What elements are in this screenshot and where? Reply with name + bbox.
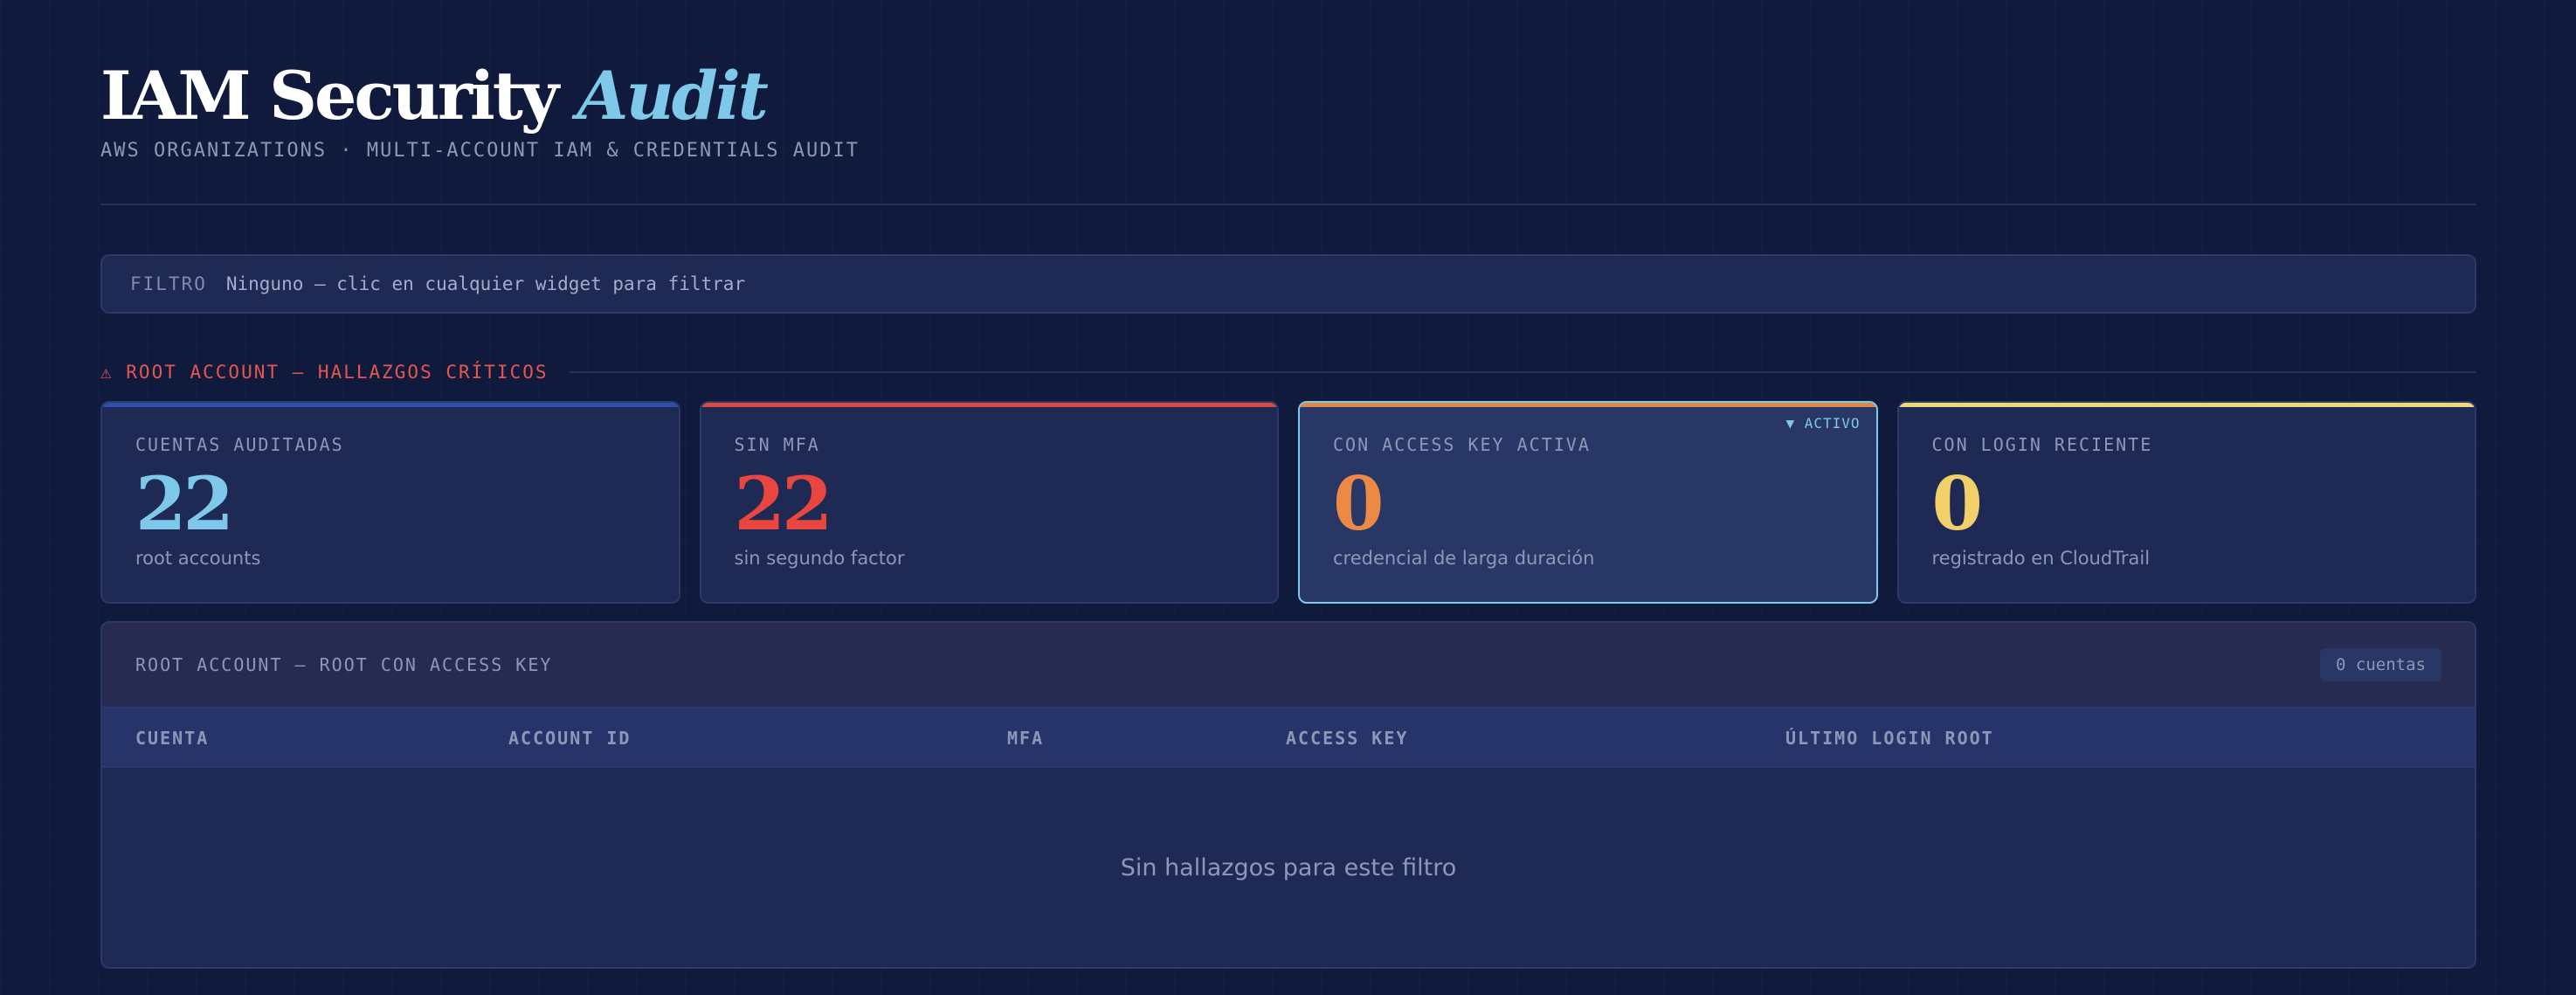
card-subtitle: registrado en CloudTrail xyxy=(1931,548,2151,569)
table-header: CUENTA ACCOUNT ID MFA ACCESS KEY ÚLTIMO … xyxy=(102,708,2475,768)
card-value: 0 xyxy=(1333,460,1384,547)
page-title-main: IAM Security xyxy=(100,57,559,135)
section-divider xyxy=(569,371,2476,373)
count-badge: 0 cuentas xyxy=(2320,648,2441,681)
card-label: SIN MFA xyxy=(734,434,820,455)
kpi-cards: CUENTAS AUDITADAS 22 root accounts SIN M… xyxy=(100,401,2476,604)
page-title-accent: Audit xyxy=(577,57,769,135)
card-value: 22 xyxy=(734,460,833,547)
card-value: 22 xyxy=(135,460,234,547)
active-filter-badge: ▼ ACTIVO xyxy=(1785,415,1861,432)
panel-header: ROOT ACCOUNT — ROOT CON ACCESS KEY 0 cue… xyxy=(102,623,2475,708)
audit-dashboard: IAM Security Audit AWS ORGANIZATIONS · M… xyxy=(100,0,2476,969)
empty-state: Sin hallazgos para este filtro xyxy=(1120,853,1457,881)
card-cuentas-auditadas[interactable]: CUENTAS AUDITADAS 22 root accounts xyxy=(100,401,680,604)
filter-value: Ninguno — clic en cualquier widget para … xyxy=(225,273,746,294)
findings-panel: ROOT ACCOUNT — ROOT CON ACCESS KEY 0 cue… xyxy=(100,621,2476,969)
card-access-key-activa[interactable]: ▼ ACTIVO CON ACCESS KEY ACTIVA 0 credenc… xyxy=(1298,401,1878,604)
column-header-cuenta[interactable]: CUENTA xyxy=(135,708,209,768)
card-label: CON LOGIN RECIENTE xyxy=(1931,434,2153,455)
card-accent-bar xyxy=(102,403,679,407)
page-title: IAM Security Audit xyxy=(100,58,2476,135)
column-header-account-id[interactable]: ACCOUNT ID xyxy=(508,708,631,768)
panel-title: ROOT ACCOUNT — ROOT CON ACCESS KEY xyxy=(135,654,553,675)
card-sin-mfa[interactable]: SIN MFA 22 sin segundo factor xyxy=(699,401,1279,604)
card-login-reciente[interactable]: CON LOGIN RECIENTE 0 registrado en Cloud… xyxy=(1896,401,2476,604)
card-label: CON ACCESS KEY ACTIVA xyxy=(1333,434,1591,455)
filter-label: FILTRO xyxy=(130,273,207,294)
column-header-mfa[interactable]: MFA xyxy=(1007,708,1044,768)
page-subtitle: AWS ORGANIZATIONS · MULTI-ACCOUNT IAM & … xyxy=(100,140,860,162)
filter-bar[interactable]: FILTRO Ninguno — clic en cualquier widge… xyxy=(100,254,2476,314)
section-title: ⚠ ROOT ACCOUNT — HALLAZGOS CRÍTICOS xyxy=(100,362,549,383)
card-accent-bar xyxy=(701,403,1277,407)
page-header: IAM Security Audit AWS ORGANIZATIONS · M… xyxy=(100,0,2476,162)
card-subtitle: credencial de larga duración xyxy=(1333,548,1595,569)
card-label: CUENTAS AUDITADAS xyxy=(135,434,344,455)
header-divider xyxy=(100,204,2476,205)
column-header-access-key[interactable]: ACCESS KEY xyxy=(1286,708,1408,768)
card-subtitle: sin segundo factor xyxy=(734,548,905,569)
card-value: 0 xyxy=(1931,460,1983,547)
card-accent-bar xyxy=(1300,403,1876,407)
card-accent-bar xyxy=(1898,403,2475,407)
section-header: ⚠ ROOT ACCOUNT — HALLAZGOS CRÍTICOS xyxy=(100,359,2476,385)
card-subtitle: root accounts xyxy=(135,548,261,569)
column-header-ultimo-login[interactable]: ÚLTIMO LOGIN ROOT xyxy=(1785,708,1994,768)
